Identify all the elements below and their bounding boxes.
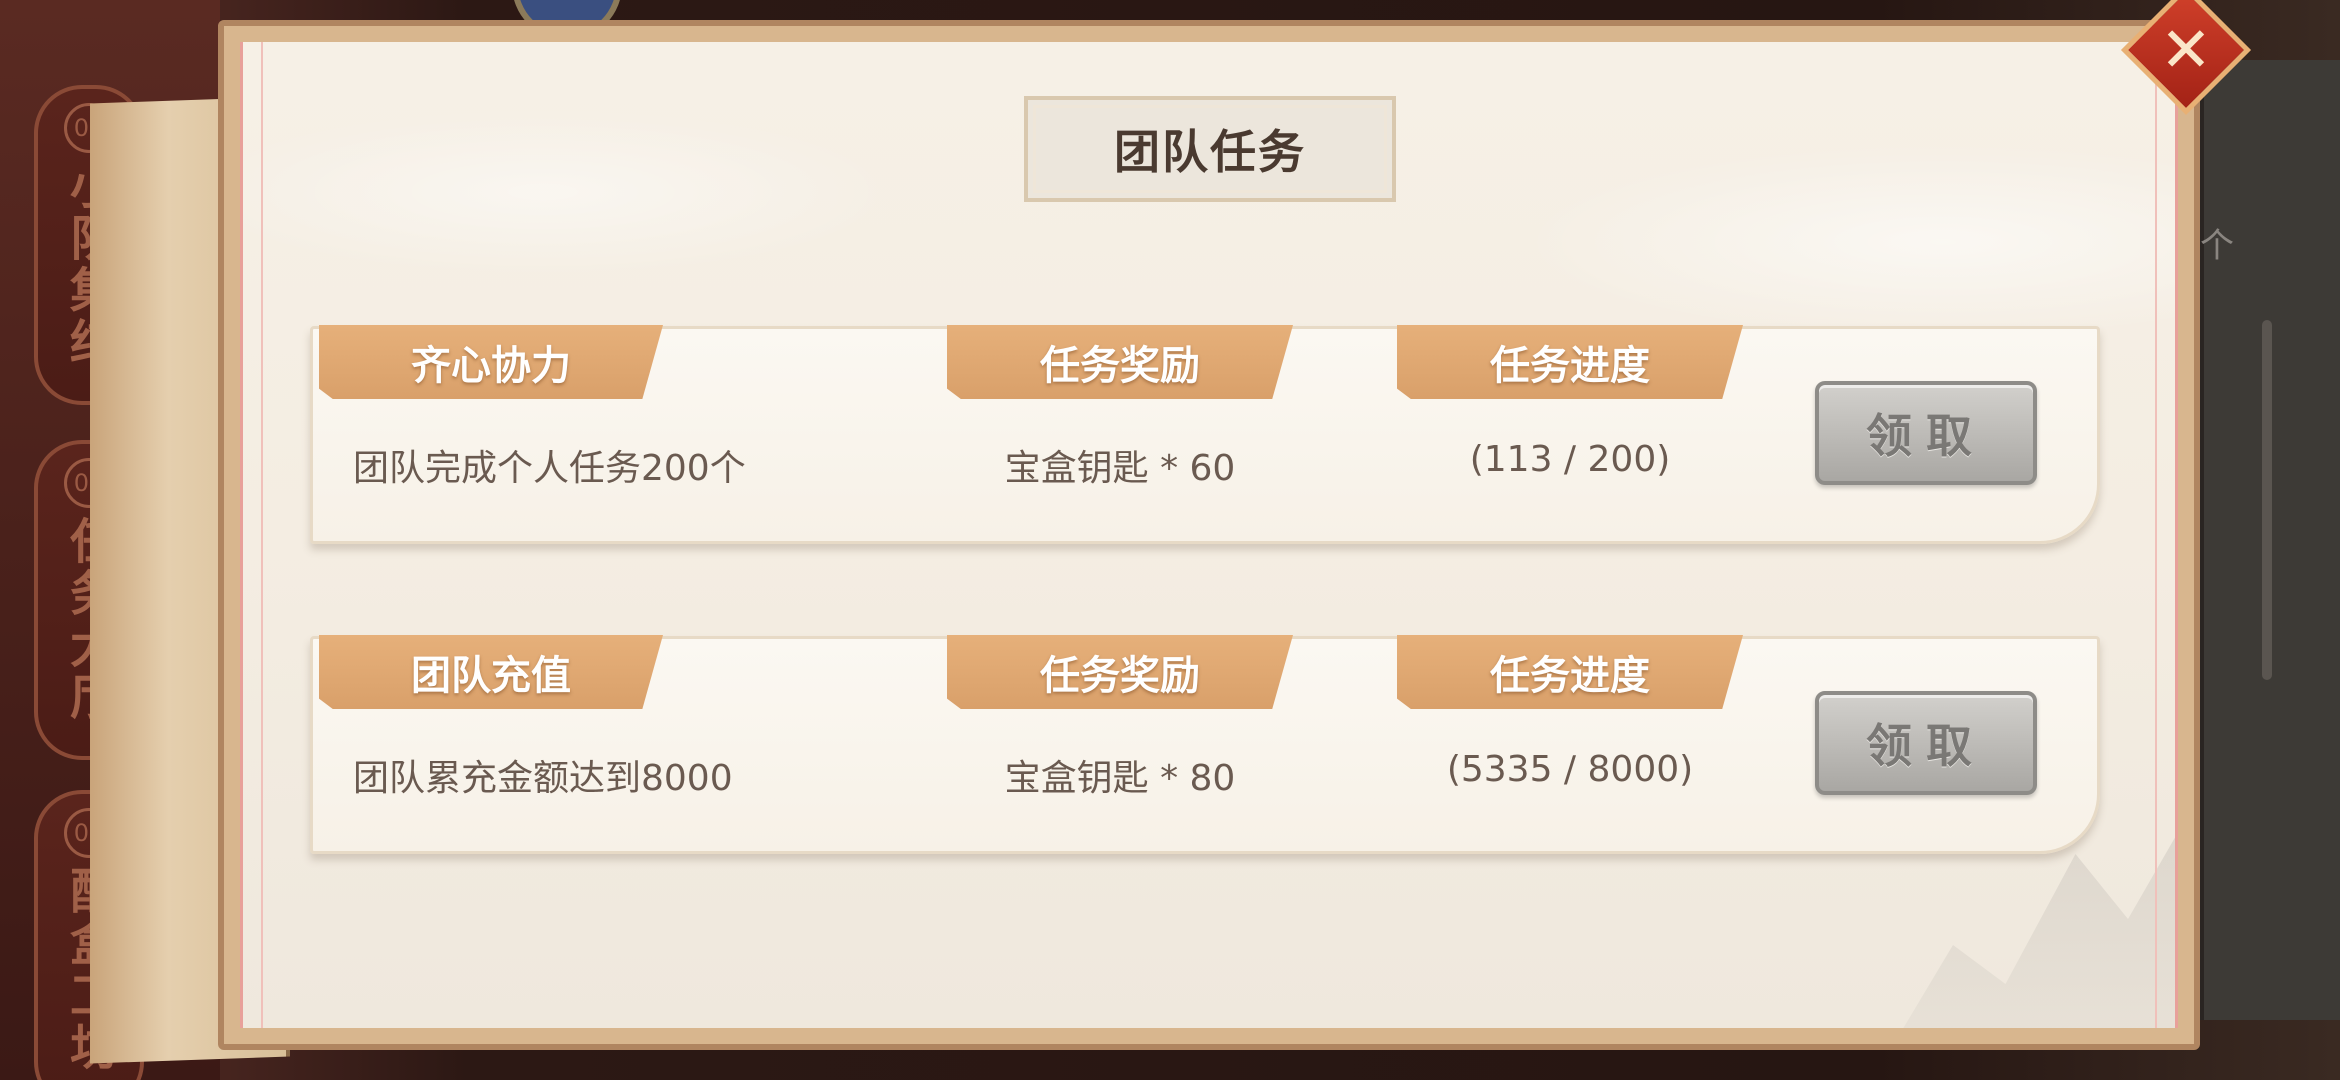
task-progress: (113 / 200) (1469, 439, 1671, 480)
task-name-tag: 团队充值 (319, 635, 663, 709)
reward-header-tag: 任务奖励 (947, 325, 1293, 399)
progress-header-tag: 任务进度 (1397, 635, 1743, 709)
task-card: 团队充值 任务奖励 任务进度 团队累充金额达到8000 宝盒钥匙 * 80 (5… (310, 635, 2100, 854)
task-reward: 宝盒钥匙 * 60 (1004, 448, 1236, 489)
reward-header-tag: 任务奖励 (947, 635, 1293, 709)
right-panel-text: 个 (2200, 226, 2234, 266)
right-panel-scrollbar (2262, 320, 2272, 680)
claim-button[interactable]: 领取 (1815, 381, 2037, 485)
dialog-title-plate: 团队任务 (1024, 96, 1396, 202)
progress-header-tag: 任务进度 (1397, 325, 1743, 399)
task-description: 团队累充金额达到8000 (353, 758, 733, 799)
task-progress: (5335 / 8000) (1446, 749, 1694, 790)
claim-button[interactable]: 领取 (1815, 691, 2037, 795)
task-reward: 宝盒钥匙 * 80 (1004, 758, 1236, 799)
task-description: 团队完成个人任务200个 (353, 448, 746, 489)
close-icon: ✕ (2160, 12, 2212, 86)
task-card: 齐心协力 任务奖励 任务进度 团队完成个人任务200个 宝盒钥匙 * 60 (1… (310, 325, 2100, 544)
dialog-title: 团队任务 (1114, 125, 1306, 179)
task-name-tag: 齐心协力 (319, 325, 663, 399)
